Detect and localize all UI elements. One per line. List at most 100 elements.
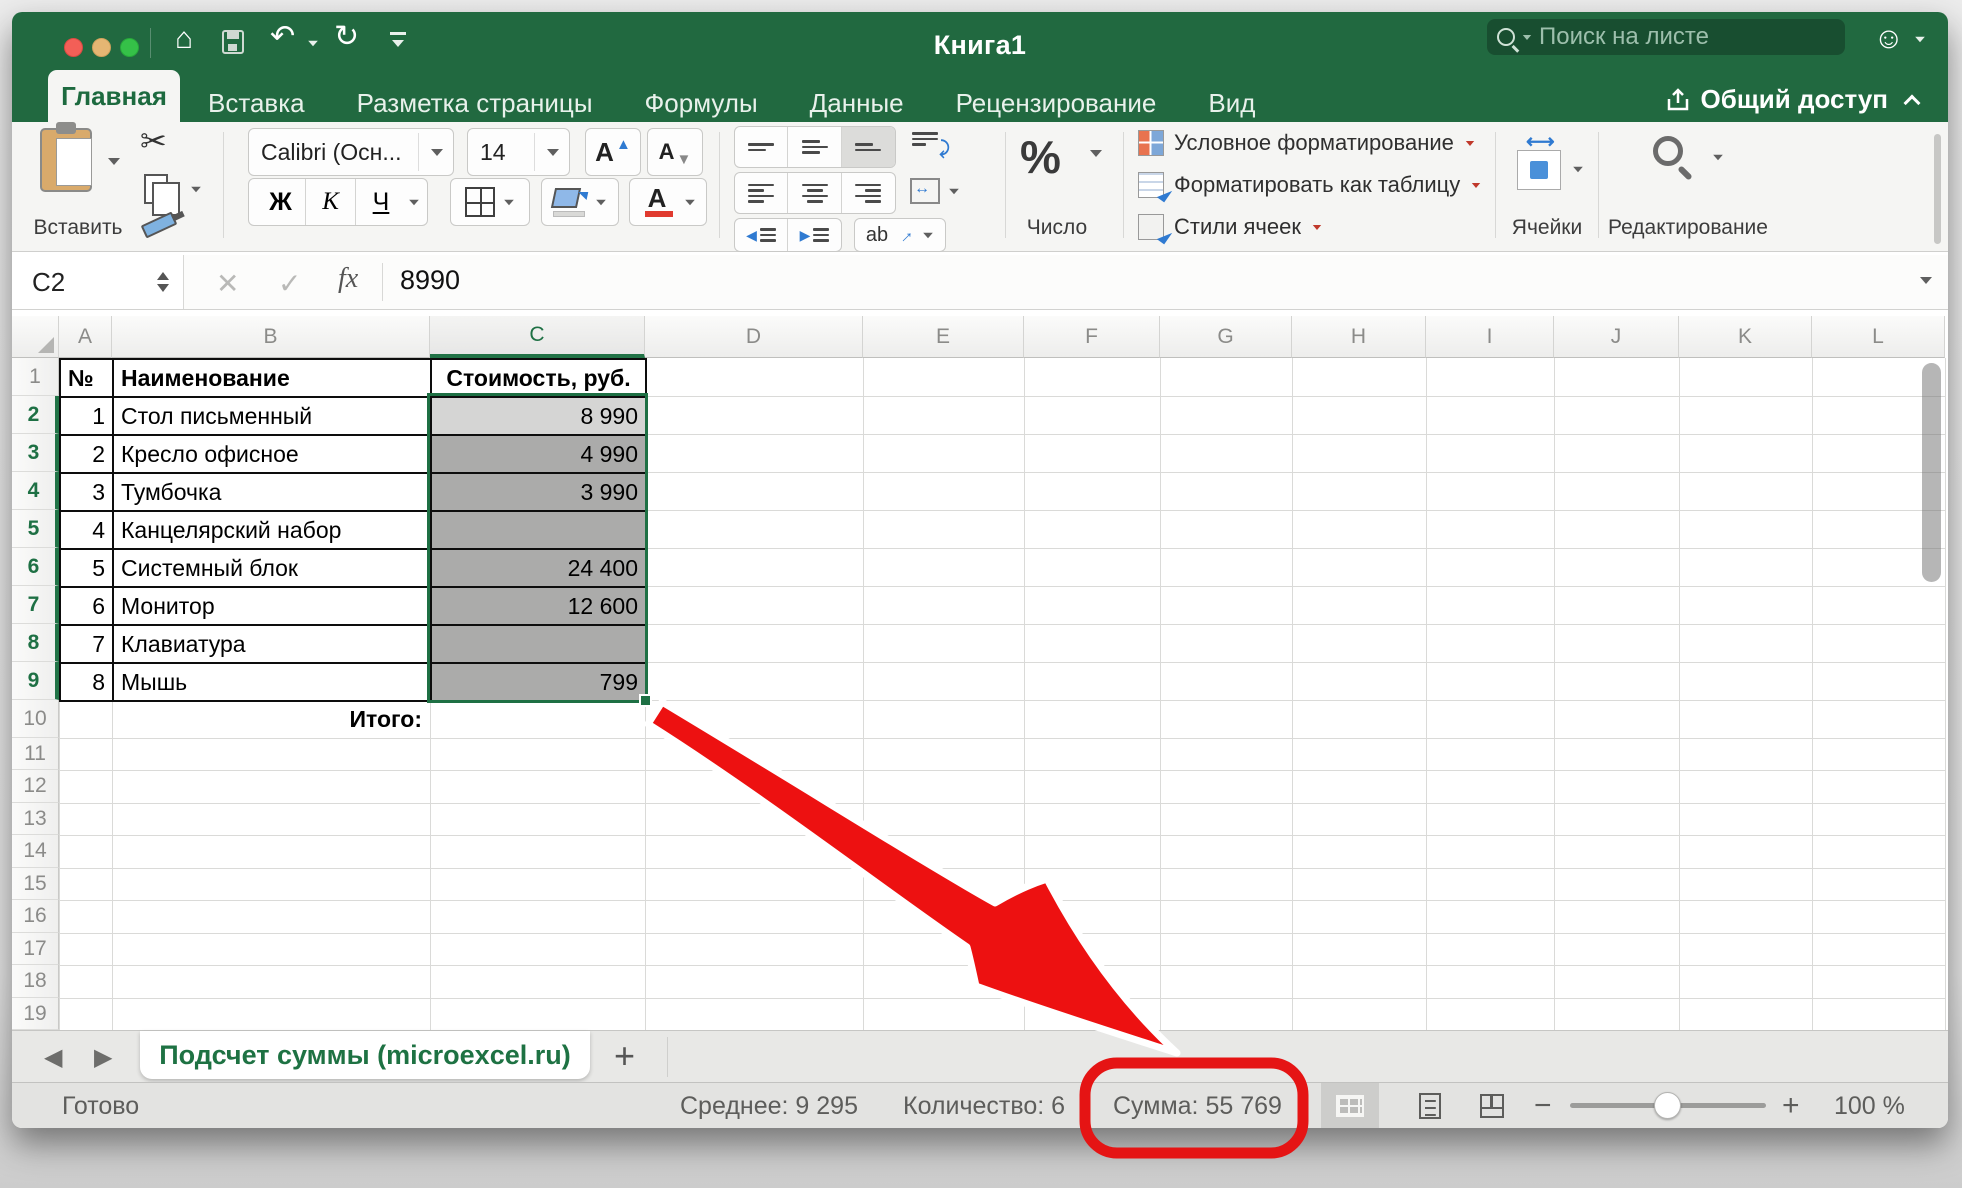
column-header-i[interactable]: I	[1426, 316, 1554, 358]
paste-button[interactable]	[40, 122, 92, 192]
row-header-7[interactable]: 7	[12, 586, 59, 624]
row-header-19[interactable]: 19	[12, 998, 59, 1030]
cells-button[interactable]	[1517, 129, 1561, 190]
zoom-out-button[interactable]: −	[1534, 1089, 1552, 1123]
shrink-font-button[interactable]: А ▼	[647, 128, 703, 176]
smiley-dropdown-icon[interactable]	[1915, 36, 1925, 43]
row-header-11[interactable]: 11	[12, 738, 59, 770]
name-box-spinner[interactable]	[157, 272, 169, 292]
tab-formuly[interactable]: Формулы	[645, 88, 758, 119]
row-header-14[interactable]: 14	[12, 835, 59, 868]
cell-a6[interactable]: 5	[59, 548, 114, 588]
format-as-table-button[interactable]: Форматировать как таблицу	[1138, 172, 1482, 203]
grow-font-button[interactable]: А ▲	[585, 128, 641, 176]
sheet-tab-active[interactable]: Подсчет суммы (microexcel.ru)	[140, 1031, 590, 1079]
fx-icon[interactable]: fx	[338, 263, 358, 295]
cell-b2[interactable]: Стол письменный	[112, 396, 432, 436]
cell-c4[interactable]: 3 990	[430, 472, 647, 512]
row-header-6[interactable]: 6	[12, 548, 59, 586]
merge-cells-button[interactable]: ↔	[910, 178, 960, 204]
cell-b10-total[interactable]: Итого:	[112, 700, 430, 738]
formula-input[interactable]: 8990	[400, 265, 460, 296]
row-header-4[interactable]: 4	[12, 472, 59, 510]
column-header-h[interactable]: H	[1292, 316, 1426, 358]
search-box[interactable]	[1487, 19, 1845, 55]
tab-razmetka[interactable]: Разметка страницы	[357, 88, 593, 119]
column-header-c[interactable]: C	[430, 316, 645, 358]
paste-dropdown-icon[interactable]	[108, 158, 120, 165]
cell-c6[interactable]: 24 400	[430, 548, 647, 588]
underline-button[interactable]: Ч	[356, 179, 406, 225]
name-box[interactable]: C2	[12, 255, 184, 309]
row-header-8[interactable]: 8	[12, 624, 59, 662]
cell-a2[interactable]: 1	[59, 396, 114, 436]
row-header-5[interactable]: 5	[12, 510, 59, 548]
column-header-k[interactable]: K	[1679, 316, 1812, 358]
cell-b1[interactable]: Наименование	[112, 358, 432, 398]
cell-b5[interactable]: Канцелярский набор	[112, 510, 432, 550]
row-header-10[interactable]: 10	[12, 700, 59, 738]
copy-dropdown-icon[interactable]	[191, 186, 201, 193]
cells-dropdown-icon[interactable]	[1573, 166, 1583, 173]
cell-a1[interactable]: №	[59, 358, 114, 398]
tab-dannye[interactable]: Данные	[810, 88, 904, 119]
row-header-9[interactable]: 9	[12, 662, 59, 700]
column-header-f[interactable]: F	[1024, 316, 1160, 358]
row-header-1[interactable]: 1	[12, 358, 59, 396]
tab-glavnaya[interactable]: Главная	[48, 70, 180, 122]
decrease-indent-button[interactable]: ◀	[735, 219, 789, 251]
cell-a3[interactable]: 2	[59, 434, 114, 474]
borders-button[interactable]	[450, 178, 530, 226]
row-header-17[interactable]: 17	[12, 933, 59, 965]
view-page-layout-button[interactable]	[1402, 1083, 1458, 1128]
align-top-button[interactable]	[735, 127, 789, 167]
search-input[interactable]	[1539, 23, 1809, 51]
cell-a7[interactable]: 6	[59, 586, 114, 626]
column-header-g[interactable]: G	[1160, 316, 1292, 358]
row-header-15[interactable]: 15	[12, 868, 59, 900]
underline-dropdown-icon[interactable]	[409, 199, 419, 205]
cell-c7[interactable]: 12 600	[430, 586, 647, 626]
row-header-2[interactable]: 2	[12, 396, 59, 434]
number-format-button[interactable]: %	[1020, 130, 1061, 184]
tab-recenzirovanie[interactable]: Рецензирование	[956, 88, 1157, 119]
cell-c9[interactable]: 799	[430, 662, 647, 702]
conditional-formatting-button[interactable]: Условное форматирование	[1138, 130, 1476, 156]
tab-vid[interactable]: Вид	[1208, 88, 1255, 119]
font-size-select[interactable]: 14	[467, 128, 570, 176]
cell-b6[interactable]: Системный блок	[112, 548, 432, 588]
cut-icon[interactable]: ✂	[140, 122, 167, 160]
confirm-icon[interactable]: ✓	[278, 267, 301, 300]
cancel-icon[interactable]: ✕	[216, 267, 239, 300]
align-bottom-button[interactable]	[841, 127, 896, 167]
align-middle-button[interactable]	[788, 127, 842, 167]
view-normal-button[interactable]	[1321, 1083, 1379, 1128]
align-left-button[interactable]	[735, 173, 789, 213]
italic-button[interactable]: К	[306, 179, 356, 225]
select-all-corner[interactable]	[12, 316, 59, 358]
cell-a5[interactable]: 4	[59, 510, 114, 550]
cell-c2-active[interactable]: 8 990	[430, 396, 647, 436]
grid-vertical-scrollbar[interactable]	[1922, 363, 1941, 582]
add-sheet-button[interactable]: +	[614, 1035, 635, 1077]
feedback-smiley-icon[interactable]: ☺	[1873, 22, 1904, 56]
wrap-text-icon[interactable]: ⤸	[912, 132, 950, 158]
column-header-a[interactable]: A	[59, 316, 112, 358]
column-header-d[interactable]: D	[645, 316, 863, 358]
cell-c1[interactable]: Стоимость, руб.	[430, 358, 647, 398]
fill-color-button[interactable]	[541, 178, 619, 226]
row-header-16[interactable]: 16	[12, 900, 59, 933]
font-color-button[interactable]: А	[629, 178, 707, 226]
formula-bar-expand-icon[interactable]	[1920, 277, 1932, 284]
collapse-ribbon-icon[interactable]	[1903, 94, 1921, 111]
share-button[interactable]: Общий доступ	[1665, 84, 1921, 115]
column-header-e[interactable]: E	[863, 316, 1024, 358]
copy-icon[interactable]	[144, 174, 180, 216]
cell-c8[interactable]	[430, 624, 647, 664]
zoom-in-button[interactable]: +	[1782, 1089, 1800, 1123]
cell-a8[interactable]: 7	[59, 624, 114, 664]
cell-c5[interactable]	[430, 510, 647, 550]
increase-indent-button[interactable]: ▶	[788, 219, 841, 251]
row-header-13[interactable]: 13	[12, 803, 59, 835]
cell-a9[interactable]: 8	[59, 662, 114, 702]
